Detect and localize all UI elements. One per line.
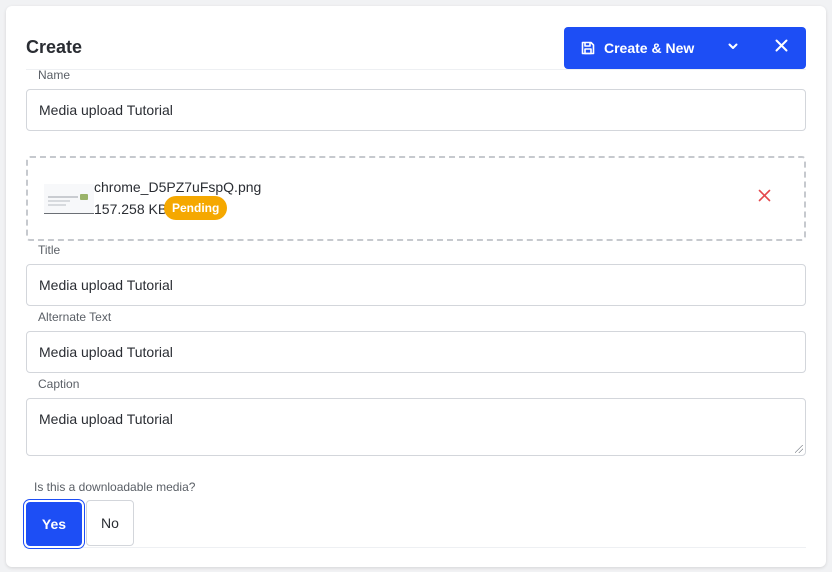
header-divider [26, 69, 806, 70]
no-button[interactable]: No [86, 500, 134, 546]
file-name: chrome_D5PZ7uFspQ.png [94, 179, 262, 195]
remove-file-button[interactable] [754, 188, 774, 208]
close-icon [775, 39, 788, 57]
file-thumbnail [44, 184, 94, 214]
caption-textarea[interactable]: Media upload Tutorial [26, 398, 806, 456]
name-input[interactable]: Media upload Tutorial [26, 89, 806, 131]
close-button[interactable] [757, 27, 806, 69]
save-icon [580, 40, 596, 56]
create-and-new-button[interactable]: Create & New [564, 27, 708, 69]
action-button-group: Create & New [564, 27, 806, 69]
create-and-new-label: Create & New [604, 40, 695, 56]
resize-handle[interactable] [795, 445, 803, 453]
file-dropzone[interactable]: chrome_D5PZ7uFspQ.png 157.258 KB Pending [26, 156, 806, 241]
more-options-button[interactable] [708, 27, 757, 69]
alt-text-label: Alternate Text [38, 310, 112, 324]
name-label: Name [38, 68, 71, 82]
alt-text-input[interactable]: Media upload Tutorial [26, 331, 806, 373]
downloadable-toggle: Yes No [24, 500, 806, 548]
title-label: Title [38, 243, 61, 257]
downloadable-question: Is this a downloadable media? [34, 480, 196, 494]
caption-text: Media upload Tutorial [39, 411, 173, 427]
page-title: Create [26, 37, 83, 57]
yes-button[interactable]: Yes [26, 502, 82, 546]
file-size: 157.258 KB [94, 201, 168, 217]
create-panel: Create Create & New Name Media upload Tu… [6, 6, 826, 567]
caption-label: Caption [38, 377, 80, 391]
status-badge: Pending [164, 196, 228, 220]
chevron-down-icon [727, 39, 739, 57]
title-input[interactable]: Media upload Tutorial [26, 264, 806, 306]
remove-file-icon [758, 189, 771, 207]
